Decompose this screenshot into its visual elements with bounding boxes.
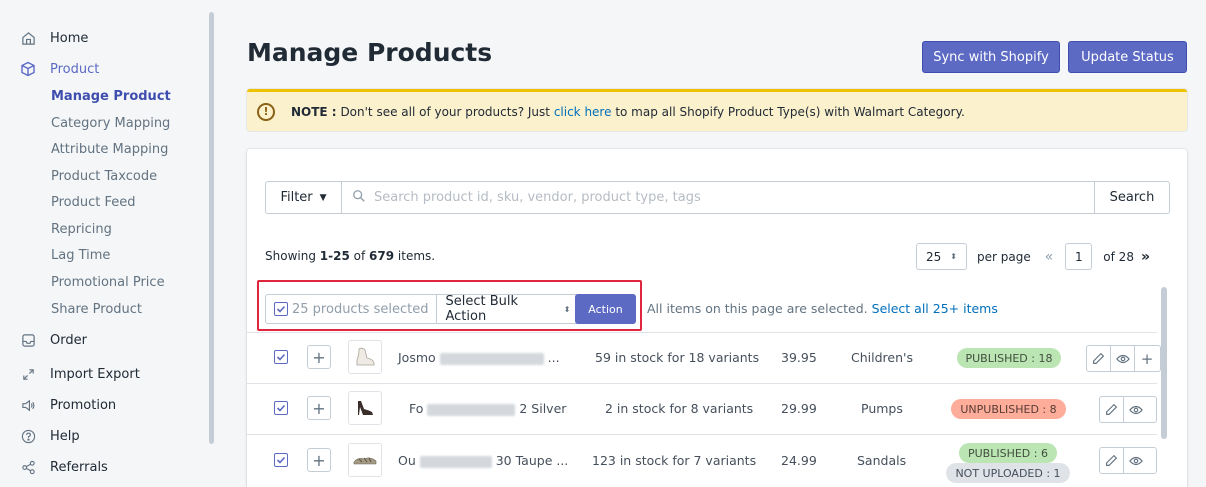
expand-arrows-icon (20, 366, 36, 382)
sidebar-item-order[interactable]: Order (20, 328, 87, 352)
select-all-checkbox[interactable] (274, 302, 288, 316)
sidebar-scrollbar[interactable] (209, 12, 214, 444)
product-price: 39.95 (781, 350, 817, 365)
sync-with-shopify-button[interactable]: Sync with Shopify (922, 41, 1060, 73)
inbox-icon (20, 332, 36, 348)
caret-down-icon: ▼ (319, 192, 327, 203)
status-badge: PUBLISHED : 6 (959, 443, 1057, 463)
megaphone-icon (20, 397, 36, 413)
expand-row-button[interactable]: + (307, 345, 331, 369)
edit-icon[interactable] (1087, 346, 1111, 371)
home-icon (20, 30, 36, 46)
bulk-select-checkbox-label[interactable]: 25 products selected (266, 295, 438, 323)
search-input[interactable] (374, 190, 1094, 205)
sidebar-sub-lag-time[interactable]: Lag Time (51, 246, 110, 266)
product-thumbnail (348, 340, 382, 374)
note-label: NOTE : (291, 104, 337, 119)
sidebar-item-product[interactable]: Product (20, 57, 99, 81)
box-icon (20, 61, 36, 77)
help-circle-icon (20, 428, 36, 444)
eye-icon[interactable] (1124, 448, 1148, 473)
sidebar-sub-product-taxcode[interactable]: Product Taxcode (51, 167, 157, 187)
pagination: 25 ⬍ per page « 1 of 28 » (916, 243, 1150, 270)
sidebar-sub-product-feed[interactable]: Product Feed (51, 193, 136, 213)
click-here-link[interactable]: click here (554, 105, 612, 119)
warning-icon: ! (257, 102, 275, 121)
share-icon (20, 459, 36, 475)
select-all-items-link[interactable]: Select all 25+ items (872, 301, 998, 316)
status-badge: NOT UPLOADED : 1 (946, 463, 1070, 483)
page-input[interactable]: 1 (1065, 243, 1093, 270)
edit-icon[interactable] (1100, 448, 1124, 473)
action-button[interactable]: Action (575, 294, 636, 324)
total-pages: of 28 (1103, 249, 1134, 264)
product-type: Sandals (857, 453, 907, 468)
row-checkbox[interactable] (274, 401, 288, 415)
row-actions (1099, 447, 1157, 474)
edit-icon[interactable] (1100, 397, 1124, 422)
note-text-after: to map all Shopify Product Type(s) with … (615, 104, 965, 119)
row-actions (1099, 396, 1157, 423)
per-page-label: per page (977, 249, 1031, 264)
row-divider (247, 434, 1157, 435)
prev-page-icon[interactable]: « (1045, 249, 1054, 265)
status-badge: PUBLISHED : 18 (957, 348, 1061, 368)
search-field-wrap (342, 182, 1094, 213)
product-title[interactable]: Ou 30 Taupe ... (398, 453, 568, 468)
sidebar-sub-category-mapping[interactable]: Category Mapping (51, 114, 170, 134)
sidebar-item-import-export[interactable]: Import Export (20, 362, 140, 386)
expand-row-button[interactable]: + (307, 396, 331, 420)
product-price: 29.99 (781, 401, 817, 416)
sidebar-item-promotion[interactable]: Promotion (20, 393, 116, 417)
next-page-icon[interactable]: » (1141, 249, 1150, 265)
sidebar-sub-attribute-mapping[interactable]: Attribute Mapping (51, 140, 168, 160)
plus-icon[interactable]: + (1135, 346, 1159, 371)
sidebar-sub-repricing[interactable]: Repricing (51, 220, 112, 240)
product-type: Children's (851, 350, 913, 365)
product-stock: 59 in stock for 18 variants (595, 350, 760, 365)
product-thumbnail (348, 391, 382, 425)
select-arrows-icon: ⬍ (563, 304, 571, 314)
note-banner: ! NOTE : Don't see all of your products?… (247, 89, 1187, 131)
search-icon (352, 189, 366, 207)
bulk-action-select[interactable]: Select Bulk Action ⬍ (437, 294, 578, 324)
row-checkbox[interactable] (274, 350, 288, 364)
showing-count: Showing 1-25 of 679 items. (265, 249, 436, 263)
product-type: Pumps (861, 401, 903, 416)
status-badge: UNPUBLISHED : 8 (951, 399, 1066, 419)
all-selected-message: All items on this page are selected. Sel… (647, 301, 998, 316)
row-divider (247, 332, 1157, 333)
sidebar-sub-share-product[interactable]: Share Product (51, 300, 142, 320)
page-title: Manage Products (247, 38, 493, 67)
update-status-button[interactable]: Update Status (1068, 41, 1187, 73)
bulk-action-group: 25 products selected Select Bulk Action … (265, 294, 580, 324)
sidebar-sub-manage-product[interactable]: Manage Product (51, 87, 171, 107)
select-arrows-icon: ⬍ (950, 252, 957, 261)
search-bar: Filter ▼ Search (265, 181, 1170, 214)
search-button[interactable]: Search (1094, 182, 1169, 213)
sidebar-sub-promotional-price[interactable]: Promotional Price (51, 273, 165, 293)
sidebar-item-referrals[interactable]: Referrals (20, 455, 108, 479)
product-title[interactable]: Fo 2 Silver (409, 401, 566, 416)
sidebar-item-help[interactable]: Help (20, 424, 80, 448)
row-actions: + (1086, 345, 1161, 372)
note-text-before: Don't see all of your products? Just (340, 104, 550, 119)
product-title[interactable]: Josmo ... (398, 350, 560, 365)
row-checkbox[interactable] (274, 453, 288, 467)
filter-dropdown[interactable]: Filter ▼ (266, 182, 342, 213)
product-price: 24.99 (781, 453, 817, 468)
expand-row-button[interactable]: + (307, 448, 331, 472)
per-page-select[interactable]: 25 ⬍ (916, 243, 967, 270)
sidebar: Home Product Manage Product Category Map… (0, 0, 211, 487)
product-thumbnail (348, 443, 382, 477)
row-divider (247, 383, 1157, 384)
sidebar-item-home[interactable]: Home (20, 26, 88, 50)
table-scrollbar[interactable] (1161, 287, 1167, 439)
product-stock: 123 in stock for 7 variants (592, 453, 757, 468)
eye-icon[interactable] (1111, 346, 1135, 371)
product-stock: 2 in stock for 8 variants (605, 401, 754, 416)
eye-icon[interactable] (1124, 397, 1148, 422)
